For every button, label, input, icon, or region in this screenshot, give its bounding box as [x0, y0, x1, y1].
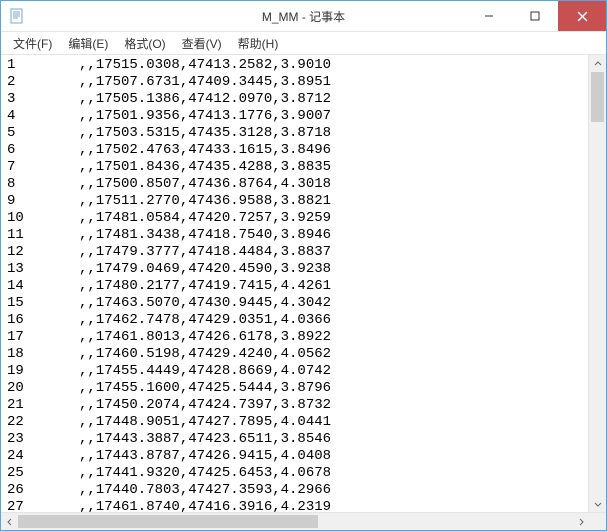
notepad-window: M_MM - 记事本 文件(F) 编辑(E) 格式(O) 查看(V) 帮助(H)… — [0, 0, 607, 531]
text-line: 22,,17448.9051,47427.7895,4.0441 — [7, 414, 588, 431]
text-line: 18,,17460.5198,47429.4240,4.0562 — [7, 346, 588, 363]
text-line: 24,,17443.8787,47426.9415,4.0408 — [7, 448, 588, 465]
menubar: 文件(F) 编辑(E) 格式(O) 查看(V) 帮助(H) — [1, 32, 606, 55]
app-icon — [9, 8, 25, 24]
text-line: 13,,17479.0469,47420.4590,3.9238 — [7, 261, 588, 278]
scroll-left-icon[interactable] — [1, 513, 18, 530]
close-button[interactable] — [558, 1, 606, 31]
horizontal-scrollbar[interactable] — [1, 512, 606, 530]
titlebar[interactable]: M_MM - 记事本 — [1, 1, 606, 32]
text-line: 5,,17503.5315,47435.3128,3.8718 — [7, 125, 588, 142]
text-line: 16,,17462.7478,47429.0351,4.0366 — [7, 312, 588, 329]
text-line: 9,,17511.2770,47436.9588,3.8821 — [7, 193, 588, 210]
text-line: 19,,17455.4449,47428.8669,4.0742 — [7, 363, 588, 380]
scroll-corner — [589, 513, 606, 530]
text-line: 10,,17481.0584,47420.7257,3.9259 — [7, 210, 588, 227]
content-area: 1,,17515.0308,47413.2582,3.90102,,17507.… — [1, 55, 606, 512]
text-line: 12,,17479.3777,47418.4484,3.8837 — [7, 244, 588, 261]
menu-file[interactable]: 文件(F) — [7, 33, 58, 54]
vertical-scrollbar[interactable] — [588, 55, 606, 512]
text-line: 15,,17463.5070,47430.9445,4.3042 — [7, 295, 588, 312]
scroll-right-icon[interactable] — [572, 513, 589, 530]
text-line: 27,,17461.8740,47416.3916,4.2319 — [7, 499, 588, 512]
text-line: 7,,17501.8436,47435.4288,3.8835 — [7, 159, 588, 176]
text-line: 11,,17481.3438,47418.7540,3.8946 — [7, 227, 588, 244]
text-line: 6,,17502.4763,47433.1615,3.8496 — [7, 142, 588, 159]
text-line: 23,,17443.3887,47423.6511,3.8546 — [7, 431, 588, 448]
text-line: 8,,17500.8507,47436.8764,4.3018 — [7, 176, 588, 193]
text-line: 1,,17515.0308,47413.2582,3.9010 — [7, 57, 588, 74]
hscroll-thumb[interactable] — [18, 515, 318, 528]
hscroll-track[interactable] — [18, 513, 572, 530]
scroll-down-icon[interactable] — [589, 495, 606, 512]
text-line: 25,,17441.9320,47425.6453,4.0678 — [7, 465, 588, 482]
text-line: 4,,17501.9356,47413.1776,3.9007 — [7, 108, 588, 125]
menu-format[interactable]: 格式(O) — [118, 33, 171, 54]
vscroll-thumb[interactable] — [591, 72, 604, 122]
minimize-button[interactable] — [466, 1, 512, 31]
text-line: 3,,17505.1386,47412.0970,3.8712 — [7, 91, 588, 108]
scroll-up-icon[interactable] — [589, 55, 606, 72]
text-line: 2,,17507.6731,47409.3445,3.8951 — [7, 74, 588, 91]
maximize-button[interactable] — [512, 1, 558, 31]
menu-help[interactable]: 帮助(H) — [232, 33, 285, 54]
text-editor[interactable]: 1,,17515.0308,47413.2582,3.90102,,17507.… — [1, 55, 588, 512]
text-line: 21,,17450.2074,47424.7397,3.8732 — [7, 397, 588, 414]
vscroll-track[interactable] — [589, 72, 606, 495]
text-line: 20,,17455.1600,47425.5444,3.8796 — [7, 380, 588, 397]
text-line: 26,,17440.7803,47427.3593,4.2966 — [7, 482, 588, 499]
menu-edit[interactable]: 编辑(E) — [62, 33, 114, 54]
text-line: 14,,17480.2177,47419.7415,4.4261 — [7, 278, 588, 295]
menu-view[interactable]: 查看(V) — [176, 33, 228, 54]
window-controls — [466, 1, 606, 31]
text-line: 17,,17461.8013,47426.6178,3.8922 — [7, 329, 588, 346]
